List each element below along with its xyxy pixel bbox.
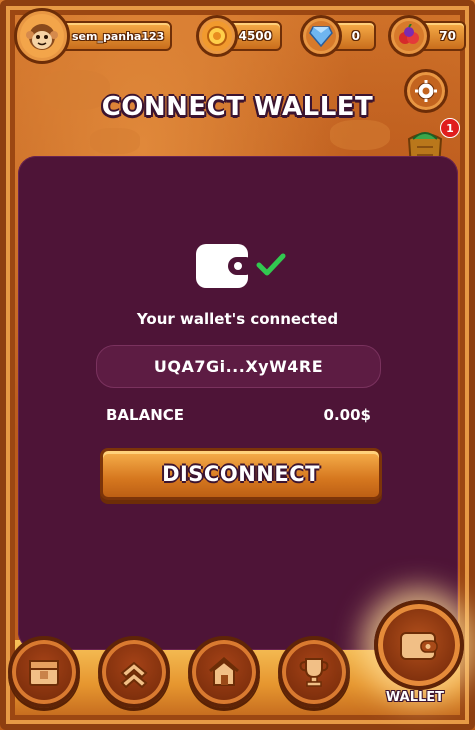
fruits-value: 70 (439, 29, 456, 43)
wallet-icon (196, 244, 250, 288)
balance-label: BALANCE (106, 406, 185, 424)
check-icon (256, 253, 286, 276)
upgrade-icon (120, 661, 148, 689)
balance-row: BALANCE 0.00$ (106, 406, 371, 424)
wallet-address-text: UQA7Gi...XyW4RE (153, 357, 324, 376)
fruit-icon (388, 15, 430, 57)
wallet-panel (18, 156, 458, 650)
nav-upgrade[interactable] (98, 636, 170, 708)
disconnect-label: DISCONNECT (162, 462, 320, 486)
trophy-icon (299, 658, 329, 687)
wallet-nav-icon (400, 632, 438, 660)
avatar[interactable] (14, 8, 70, 64)
connection-status: Your wallet's connected (136, 310, 339, 328)
page-title: CONNECT WALLET (101, 92, 374, 122)
monkey-avatar-icon (26, 24, 58, 50)
coin-icon (196, 15, 238, 57)
balance-value: 0.00$ (323, 406, 371, 424)
coins-value: 4500 (238, 29, 272, 43)
gems-value: 0 (351, 29, 360, 43)
nav-wallet[interactable] (374, 600, 464, 690)
box-icon (29, 660, 59, 686)
username-pill[interactable]: sem_panha123 (60, 21, 172, 51)
gem-icon (300, 15, 342, 57)
wallet-address[interactable]: UQA7Gi...XyW4RE (96, 345, 381, 388)
username: sem_panha123 (72, 29, 165, 43)
nav-inventory[interactable] (8, 636, 80, 708)
nav-wallet-label: WALLET (385, 690, 445, 705)
nav-leaderboard[interactable] (278, 636, 350, 708)
nav-home[interactable] (188, 636, 260, 708)
disconnect-button[interactable]: DISCONNECT (100, 448, 382, 500)
home-icon (209, 657, 239, 686)
